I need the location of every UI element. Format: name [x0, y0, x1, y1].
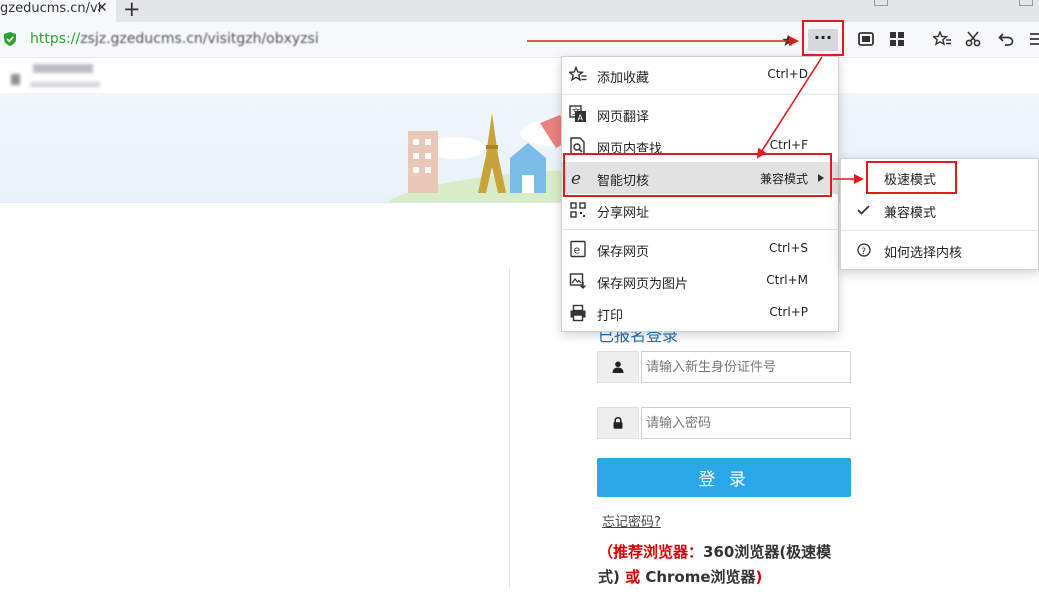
browser-window: gzeducms.cn/vi ✕ + https://zsjz.gzeducms…: [0, 0, 1039, 614]
annotation-arrows: [527, 36, 864, 184]
arrow-to-switch-engine: [756, 56, 823, 159]
